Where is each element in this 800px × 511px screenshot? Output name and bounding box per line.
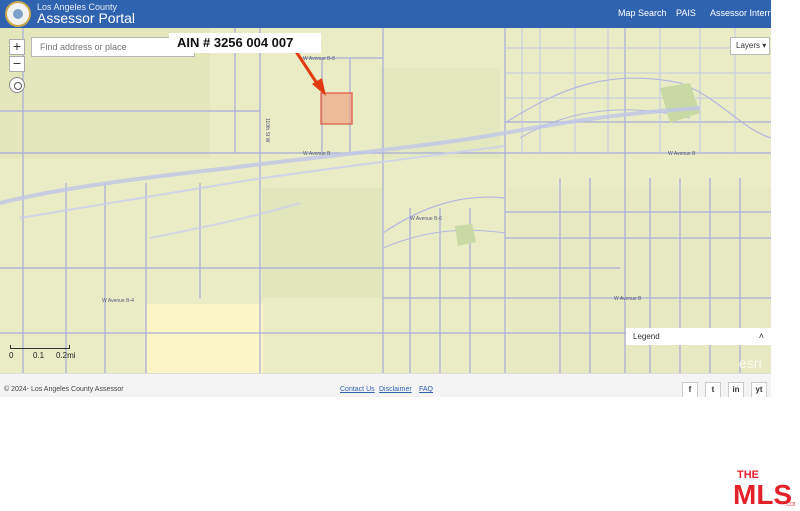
locate-icon[interactable]: [9, 77, 25, 93]
scale-label: 0: [9, 351, 14, 360]
esri-logo: esri: [739, 355, 762, 371]
legend-panel[interactable]: Legend ˄: [626, 328, 771, 345]
street-label: W Avenue B: [303, 151, 331, 157]
nav-pais[interactable]: PAIS: [676, 8, 696, 18]
street-label: W Avenue B: [668, 151, 696, 157]
layers-dropdown[interactable]: Layers ▾: [730, 37, 770, 55]
assessor-portal-window: Los Angeles County Assessor Portal Map S…: [0, 0, 771, 397]
scale-label: 0.1: [33, 351, 45, 360]
parcel-map[interactable]: W Avenue B-8 W Avenue B W Avenue B-4 W A…: [0, 28, 771, 373]
street-label: W Avenue B-4: [102, 298, 134, 304]
parcel-ain-callout: AIN # 3256 004 007: [169, 33, 321, 53]
zoom-out-button[interactable]: −: [9, 56, 25, 72]
portal-footer: © 2024- Los Angeles County Assessor Cont…: [0, 373, 771, 397]
twitter-icon[interactable]: t: [705, 382, 721, 397]
portal-header: Los Angeles County Assessor Portal Map S…: [0, 0, 771, 28]
chevron-up-icon: ˄: [758, 331, 764, 341]
portal-title: Assessor Portal: [37, 10, 136, 26]
nav-map-search[interactable]: Map Search: [618, 8, 667, 18]
zoom-in-button[interactable]: +: [9, 39, 25, 55]
footer-copyright: © 2024- Los Angeles County Assessor: [4, 386, 124, 393]
scale-bar: [10, 345, 70, 349]
disclaimer-link[interactable]: Disclaimer: [379, 386, 412, 393]
chevron-down-icon: ▾: [762, 41, 767, 50]
contact-us-link[interactable]: Contact Us: [340, 386, 375, 393]
street-label: W Avenue B-8: [303, 56, 335, 62]
facebook-icon[interactable]: f: [682, 382, 698, 397]
faq-link[interactable]: FAQ: [419, 386, 433, 393]
scale-label: 0.2mi: [56, 351, 76, 360]
street-label: 110th St W: [264, 118, 270, 143]
svg-text:.COM: .COM: [785, 502, 795, 508]
youtube-icon[interactable]: yt: [751, 382, 767, 397]
layers-label: Layers: [736, 41, 761, 50]
nav-assessor-internet[interactable]: Assessor Internet: [710, 8, 771, 18]
street-label: W Avenue B-6: [410, 216, 442, 222]
mls-watermark-logo: THE MLS .COM: [733, 469, 795, 508]
linkedin-icon[interactable]: in: [728, 382, 744, 397]
legend-label: Legend: [633, 332, 660, 341]
county-seal-icon: [5, 1, 31, 27]
map-canvas: W Avenue B-8 W Avenue B W Avenue B-4 W A…: [0, 28, 771, 373]
svg-text:MLS: MLS: [733, 479, 792, 508]
street-label: W Avenue B: [614, 296, 642, 302]
